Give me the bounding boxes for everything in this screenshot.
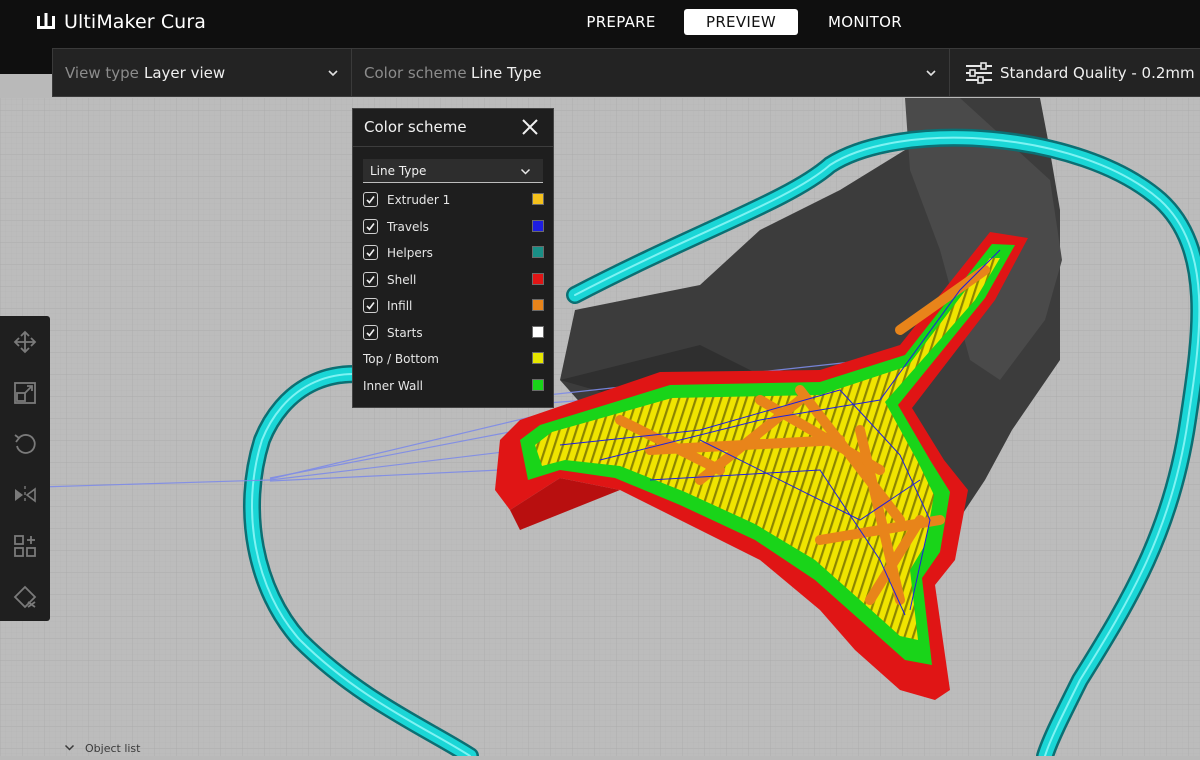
print-settings-button[interactable]: Standard Quality - 0.2mm <box>949 48 1200 97</box>
tool-panel <box>0 316 50 621</box>
move-icon[interactable] <box>13 330 37 354</box>
support-blocker-icon[interactable] <box>13 585 37 609</box>
stage-tab-prepare[interactable]: PREPARE <box>576 9 666 35</box>
build-plate-viewport[interactable] <box>0 98 1200 756</box>
color-scheme-value: Line Type <box>471 64 542 82</box>
legend-swatch <box>532 273 544 285</box>
infill-checkbox[interactable] <box>363 298 378 313</box>
divider <box>353 146 553 147</box>
helpers-checkbox[interactable] <box>363 245 378 260</box>
view-type-value: Layer view <box>144 64 226 82</box>
rotate-icon[interactable] <box>13 432 37 456</box>
layer-preview-canvas <box>0 98 1200 756</box>
app-title: UltiMaker Cura <box>64 11 206 33</box>
checkmark-icon <box>366 196 375 204</box>
scale-icon[interactable] <box>13 381 37 405</box>
legend-item-inner-wall: Inner Wall <box>363 376 545 396</box>
chevron-down-icon <box>64 744 75 751</box>
color-scheme-dropdown[interactable]: Color scheme Line Type <box>351 48 950 97</box>
legend-item-extruder-1: Extruder 1 <box>363 190 545 210</box>
stage-tab-preview[interactable]: PREVIEW <box>684 9 798 35</box>
legend-swatch <box>532 193 544 205</box>
legend-swatch <box>532 220 544 232</box>
legend-swatch <box>532 352 544 364</box>
panel-title: Color scheme <box>364 118 467 136</box>
sliders-icon <box>966 62 992 84</box>
chevron-down-icon <box>520 168 531 175</box>
starts-checkbox[interactable] <box>363 325 378 340</box>
legend-item-starts: Starts <box>363 323 545 343</box>
checkmark-icon <box>366 302 375 310</box>
legend-item-travels: Travels <box>363 217 545 237</box>
stage-tab-monitor[interactable]: MONITOR <box>816 9 914 35</box>
legend-swatch <box>532 326 544 338</box>
color-scheme-label: Color scheme <box>364 64 467 82</box>
legend-label: Inner Wall <box>363 379 423 393</box>
travels-checkbox[interactable] <box>363 219 378 234</box>
view-type-dropdown[interactable]: View type Layer view <box>52 48 352 97</box>
app-logo: UltiMaker Cura <box>36 10 206 34</box>
legend-label: Starts <box>387 326 423 340</box>
chevron-down-icon <box>328 70 338 77</box>
color-scheme-select-value: Line Type <box>370 164 427 178</box>
legend-item-infill: Infill <box>363 296 545 316</box>
checkmark-icon <box>366 329 375 337</box>
legend-label: Travels <box>387 220 429 234</box>
legend-swatch <box>532 299 544 311</box>
mirror-icon[interactable] <box>13 483 37 507</box>
close-icon[interactable] <box>521 118 539 136</box>
header-bar: UltiMaker Cura PREPARE PREVIEW MONITOR <box>0 0 1200 46</box>
legend-label: Top / Bottom <box>363 352 439 366</box>
checkmark-icon <box>366 276 375 284</box>
shell-checkbox[interactable] <box>363 272 378 287</box>
legend-item-top-bottom: Top / Bottom <box>363 349 545 369</box>
object-list-label: Object list <box>85 742 141 755</box>
legend-item-shell: Shell <box>363 270 545 290</box>
quality-profile-label: Standard Quality - 0.2mm <box>1000 64 1195 82</box>
legend-label: Extruder 1 <box>387 193 451 207</box>
legend-item-helpers: Helpers <box>363 243 545 263</box>
legend-label: Helpers <box>387 246 433 260</box>
per-model-settings-icon[interactable] <box>13 534 37 558</box>
checkmark-icon <box>366 223 375 231</box>
color-scheme-panel: Color scheme Line Type Extruder 1 Travel… <box>352 108 554 408</box>
legend-swatch <box>532 379 544 391</box>
chevron-down-icon <box>926 70 936 77</box>
legend-swatch <box>532 246 544 258</box>
ultimaker-logo-icon <box>37 13 55 29</box>
legend-label: Shell <box>387 273 417 287</box>
extruder-1-checkbox[interactable] <box>363 192 378 207</box>
checkmark-icon <box>366 249 375 257</box>
view-type-label: View type <box>65 64 139 82</box>
color-scheme-select[interactable]: Line Type <box>363 159 543 183</box>
legend-label: Infill <box>387 299 413 313</box>
object-list-toggle[interactable]: Object list <box>64 742 140 760</box>
